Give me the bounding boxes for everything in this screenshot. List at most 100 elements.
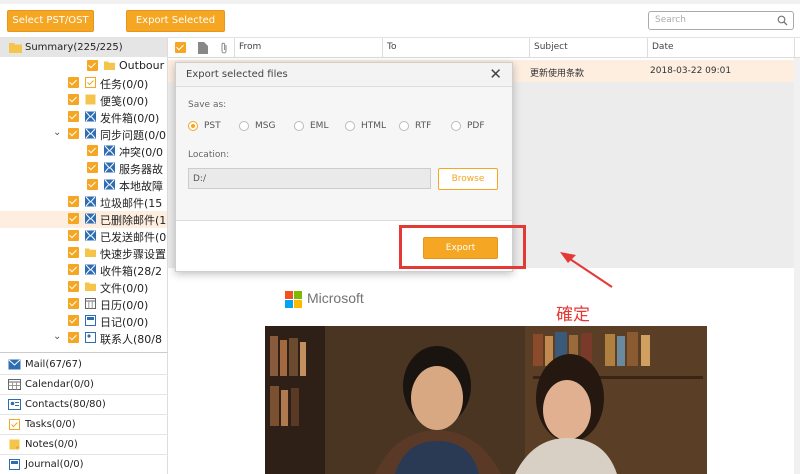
tree-item[interactable]: 冲突(0/0 [0,143,167,160]
tree-item-checkbox[interactable] [87,179,98,190]
tree-item[interactable]: 本地故障 [0,177,167,194]
radio-dot[interactable] [239,121,249,131]
radio-label: PDF [467,121,485,131]
nav-tasks[interactable]: Tasks(0/0) [0,415,168,435]
format-radio-pdf[interactable]: PDF [451,120,501,134]
tree-item[interactable]: 日历(0/0) [0,296,167,313]
tree-item[interactable]: 任务(0/0) [0,75,167,92]
dialog-title: Export selected files [186,69,288,80]
tree-item-label: 收件箱(28/2 [100,265,162,278]
tree-item-label: 本地故障 [119,180,163,193]
nav-contacts-label: Contacts(80/80) [25,399,106,410]
nav-contacts[interactable]: Contacts(80/80) [0,395,168,415]
tree-item-checkbox[interactable] [68,94,79,105]
document-icon [198,42,208,54]
nav-mail[interactable]: Mail(67/67) [0,355,168,375]
format-radio-rtf[interactable]: RTF [399,120,449,134]
format-radio-msg[interactable]: MSG [239,120,289,134]
radio-dot[interactable] [294,121,304,131]
tree-item[interactable]: 已发送邮件(0 [0,228,167,245]
format-radio-pst[interactable]: PST [188,120,238,134]
journal-icon [85,315,96,326]
tree-item[interactable]: 便笺(0/0) [0,92,167,109]
tree-item[interactable]: 文件(0/0) [0,279,167,296]
tree-item-checkbox[interactable] [68,247,79,258]
tree-item[interactable]: 垃圾邮件(15 [0,194,167,211]
tree-item-checkbox[interactable] [87,162,98,173]
header-from[interactable]: From [239,42,261,52]
search-input[interactable]: Search [648,11,794,30]
radio-label: EML [310,121,329,131]
vertical-scrollbar[interactable] [794,58,800,474]
tree-item-checkbox[interactable] [68,213,79,224]
location-label: Location: [188,150,230,160]
tree-item[interactable]: 发件箱(0/0) [0,109,167,126]
tree-item-checkbox[interactable] [68,298,79,309]
format-radio-html[interactable]: HTML [345,120,395,134]
tree-item-label: 任务(0/0) [100,78,149,91]
search-icon[interactable] [777,15,788,26]
tree-item-checkbox[interactable] [68,315,79,326]
journal-icon [9,459,20,470]
chevron-down-icon[interactable]: ⌄ [53,331,61,342]
nav-journal[interactable]: Journal(0/0) [0,455,168,474]
radio-label: MSG [255,121,276,131]
tree-item-checkbox[interactable] [68,77,79,88]
tree-item[interactable]: ⌄ 同步问题(0/0 [0,126,167,143]
select-all-checkbox[interactable] [175,42,186,53]
header-subject[interactable]: Subject [534,42,568,52]
tasks-icon [9,419,20,430]
tree-item[interactable]: Outbour [0,58,167,75]
chevron-down-icon[interactable]: ⌄ [53,127,61,138]
notes-icon [85,94,96,105]
tree-item-checkbox[interactable] [68,230,79,241]
location-input[interactable]: D:/ [188,168,431,189]
tree-item-checkbox[interactable] [87,145,98,156]
radio-dot[interactable] [188,121,198,131]
calendar-icon [85,298,96,309]
tree-item[interactable]: 快速步骤设置 [0,245,167,262]
browse-button[interactable]: Browse [438,168,498,190]
folder-icon [9,43,22,53]
dialog-header: Export selected files ✕ [176,63,512,87]
tree-item-checkbox[interactable] [68,128,79,139]
mail-icon [104,179,115,190]
mail-icon [104,162,115,173]
header-to[interactable]: To [387,42,396,52]
contacts-icon [8,399,21,410]
tasks-icon [85,77,96,88]
tree-item[interactable]: 收件箱(28/2 [0,262,167,279]
tree-item-checkbox[interactable] [68,196,79,207]
notes-icon [9,439,20,450]
save-as-label: Save as: [188,100,227,110]
radio-dot[interactable] [451,121,461,131]
radio-label: RTF [415,121,432,131]
tree-item-label: 同步问题(0/0 [100,129,166,142]
header-date[interactable]: Date [652,42,674,52]
tree-item-checkbox[interactable] [68,332,79,343]
radio-label: HTML [361,121,387,131]
tree-item[interactable]: 已删除邮件(1 [0,211,167,228]
format-radio-eml[interactable]: EML [294,120,344,134]
nav-notes[interactable]: Notes(0/0) [0,435,168,455]
select-pst-button[interactable]: Select PST/OST [7,10,94,32]
tree-item-label: 日记(0/0) [100,316,149,329]
tree-item-checkbox[interactable] [68,111,79,122]
tree-item[interactable]: 服务器故 [0,160,167,177]
tree-item-checkbox[interactable] [68,281,79,292]
nav-calendar[interactable]: Calendar(0/0) [0,375,168,395]
tree-item-label: 快速步骤设置 [100,248,166,261]
close-icon[interactable]: ✕ [489,67,502,82]
folder-tree: Summary(225/225) Outbour 任务(0/0) 便笺(0/0) 发件… [0,38,168,352]
tree-item[interactable]: ⌄ 联系人(80/8 [0,330,167,347]
radio-dot[interactable] [399,121,409,131]
export-selected-button[interactable]: Export Selected [126,10,225,32]
tree-item-checkbox[interactable] [68,264,79,275]
preview-photo [265,326,707,474]
mail-icon [85,213,96,224]
tree-item[interactable]: 日记(0/0) [0,313,167,330]
tree-item-label: Outbour [119,59,165,72]
tree-summary[interactable]: Summary(225/225) [0,38,167,57]
tree-item-checkbox[interactable] [87,60,98,71]
radio-dot[interactable] [345,121,355,131]
